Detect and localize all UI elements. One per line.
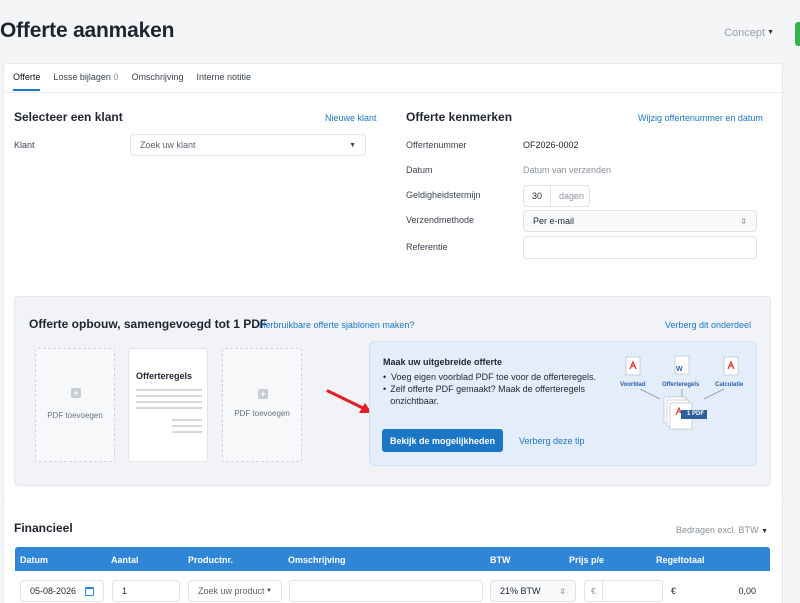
tab-attachments[interactable]: Losse bijlagen 0 <box>53 72 118 91</box>
caret-down-icon: ▼ <box>767 29 774 36</box>
date-value: Datum van verzenden <box>523 165 612 175</box>
line-description-input[interactable] <box>289 580 483 602</box>
validity-label: Geldigheidstermijn <box>406 190 481 200</box>
quote-heading: Offerte kenmerken <box>406 110 513 124</box>
line-placeholder <box>136 389 202 391</box>
column-header: Regeltotaal <box>656 555 705 565</box>
tab-label: Interne notitie <box>196 72 251 82</box>
tip-bullet: • Zelf offerte PDF gemaakt? Maak de offer… <box>383 383 613 407</box>
quote-number-value: OF2026-0002 <box>523 140 579 150</box>
hide-section-link[interactable]: Verberg dit onderdeel <box>665 320 751 330</box>
quote-lines-title: Offerteregels <box>136 371 193 381</box>
column-header: BTW <box>490 555 511 565</box>
line-placeholder <box>172 419 202 421</box>
validity-value: 30 <box>524 186 552 206</box>
product-placeholder: Zoek uw product <box>198 586 265 596</box>
tip-bullet: • Voeg eigen voorblad PDF toe voor de off… <box>383 372 596 382</box>
quote-number-label: Offertenummer <box>406 140 467 150</box>
plus-icon: + <box>71 388 81 398</box>
line-product-select[interactable]: Zoek uw product ▼ <box>188 580 282 602</box>
tab-label: Losse bijlagen <box>53 72 111 82</box>
diagram-merged-label: 1 PDF <box>687 411 705 417</box>
send-method-value: Per e-mail <box>533 216 575 226</box>
caret-down-icon: ▼ <box>761 528 768 535</box>
line-placeholder <box>136 407 202 409</box>
amounts-toggle[interactable]: Bedragen excl. BTW ▼ <box>676 525 768 535</box>
column-header: Aantal <box>111 555 139 565</box>
tip-bullet-text: Voeg eigen voorblad PDF toe voor de offe… <box>391 372 596 382</box>
diagram-graphic: W <box>625 355 739 430</box>
tip-bullet-text: Zelf offerte PDF gemaakt? Maak de offert… <box>390 384 586 406</box>
tab-description[interactable]: Omschrijving <box>131 72 183 91</box>
pdf-merge-diagram: W Voorblad Offerteregels Calculatie 1 PD… <box>620 353 750 431</box>
line-price-input[interactable]: € <box>584 580 663 602</box>
tab-internal-note[interactable]: Interne notitie <box>196 72 251 91</box>
tab-bar: Offerte Losse bijlagen 0 Omschrijving In… <box>13 72 251 91</box>
add-pdf-label: PDF toevoegen <box>47 411 103 420</box>
svg-text:W: W <box>676 366 683 373</box>
send-method-select[interactable]: Per e-mail ⇳ <box>523 210 757 232</box>
line-date-input[interactable]: 05-08-2026 <box>20 580 104 602</box>
line-placeholder <box>136 401 202 403</box>
diagram-calc-label: Calculatie <box>715 382 744 388</box>
line-placeholder <box>172 425 202 427</box>
validity-unit: dagen <box>559 191 585 201</box>
edit-number-date-link[interactable]: Wijzig offertenummer en datum <box>638 113 763 123</box>
column-header: Datum <box>20 555 49 565</box>
hide-tip-link[interactable]: Verberg deze tip <box>519 436 585 446</box>
total-currency: € <box>671 586 677 596</box>
quote-lines-card[interactable]: Offerteregels <box>128 348 208 462</box>
amounts-label: Bedragen excl. BTW <box>676 525 759 535</box>
tip-bullets: • Voeg eigen voorblad PDF toe voor de off… <box>383 371 613 407</box>
client-search-placeholder: Zoek uw klant <box>140 140 196 150</box>
chevron-down-icon: ▼ <box>349 141 356 149</box>
diagram-lines-label: Offerteregels <box>662 382 700 388</box>
client-label: Klant <box>14 140 35 150</box>
send-method-label: Verzendmethode <box>406 215 475 225</box>
page-title: Offerte aanmaken <box>0 19 175 42</box>
reference-label: Referentie <box>406 242 448 252</box>
save-button-edge[interactable] <box>795 22 800 46</box>
view-options-button[interactable]: Bekijk de mogelijkheden <box>382 429 503 452</box>
line-total: 0,00 <box>738 586 756 596</box>
tab-label: Offerte <box>13 72 41 82</box>
validity-field[interactable]: 30 dagen <box>523 185 590 207</box>
column-header: Prijs p/e <box>569 555 605 565</box>
price-currency: € <box>585 581 604 601</box>
add-pdf-before[interactable]: + PDF toevoegen <box>35 348 115 462</box>
date-label: Datum <box>406 165 433 175</box>
status-label: Concept <box>724 27 766 39</box>
attachments-count: 0 <box>113 72 119 82</box>
updown-icon: ⇳ <box>740 216 747 226</box>
red-arrow-icon <box>326 389 372 413</box>
templates-link[interactable]: Herbruikbare offerte sjablonen maken? <box>259 320 414 330</box>
build-heading: Offerte opbouw, samengevoegd tot 1 PDF <box>29 317 268 331</box>
new-client-link[interactable]: Nieuwe klant <box>325 113 377 123</box>
line-date-value: 05-08-2026 <box>30 586 77 596</box>
tab-divider <box>4 92 782 93</box>
updown-icon: ⇳ <box>559 586 566 596</box>
financial-heading: Financieel <box>14 521 73 535</box>
tab-offerte[interactable]: Offerte <box>13 72 41 91</box>
tab-label: Omschrijving <box>131 72 184 82</box>
chevron-down-icon: ▼ <box>266 588 272 594</box>
line-quantity-input[interactable]: 1 <box>112 580 180 602</box>
calendar-icon[interactable] <box>85 586 94 596</box>
add-pdf-after[interactable]: + PDF toevoegen <box>222 348 302 462</box>
client-heading: Selecteer een klant <box>14 110 123 124</box>
vat-value: 21% BTW <box>500 586 541 596</box>
column-header: Omschrijving <box>288 555 346 565</box>
line-vat-select[interactable]: 21% BTW ⇳ <box>490 580 576 602</box>
add-pdf-label: PDF toevoegen <box>234 409 290 418</box>
column-header: Productnr. <box>188 555 234 565</box>
tip-title: Maak uw uitgebreide offerte <box>383 357 503 367</box>
reference-input[interactable] <box>523 236 757 259</box>
line-placeholder <box>136 395 202 397</box>
line-placeholder <box>172 431 202 433</box>
status-dropdown[interactable]: Concept ▼ <box>724 27 774 39</box>
client-search-select[interactable]: Zoek uw klant ▼ <box>130 134 366 156</box>
plus-icon: + <box>258 389 268 399</box>
diagram-cover-label: Voorblad <box>620 382 646 388</box>
